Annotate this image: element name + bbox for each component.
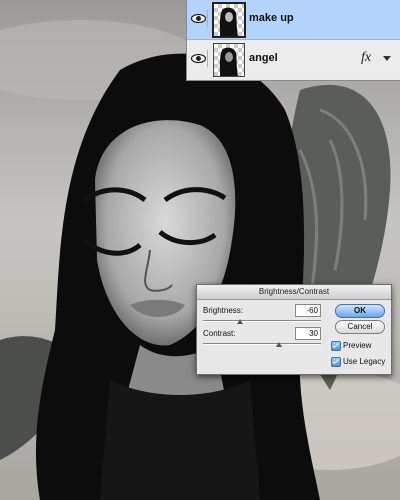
cancel-button[interactable]: Cancel	[335, 320, 385, 334]
layer-row-make-up[interactable]: make up	[187, 0, 400, 40]
use-legacy-checkbox[interactable]	[331, 357, 341, 367]
expand-effects-arrow-icon[interactable]	[383, 56, 391, 61]
layer-effects-icon[interactable]: fx	[361, 50, 371, 66]
preview-label: Preview	[343, 341, 372, 350]
visibility-eye-icon[interactable]	[190, 10, 208, 27]
layers-panel: make up angel fx	[186, 0, 400, 81]
layer-thumbnail	[212, 2, 246, 38]
preview-checkbox[interactable]	[331, 341, 341, 351]
layer-name: make up	[249, 12, 294, 24]
brightness-label: Brightness:	[203, 306, 244, 315]
brightness-input[interactable]: -60	[295, 304, 321, 317]
use-legacy-label: Use Legacy	[343, 357, 386, 366]
layer-thumbnail	[213, 43, 245, 77]
brightness-slider-track[interactable]	[203, 320, 321, 322]
contrast-input[interactable]: 30	[295, 327, 321, 340]
contrast-slider-handle[interactable]	[276, 342, 282, 347]
contrast-label: Contrast:	[203, 329, 236, 338]
visibility-eye-icon[interactable]	[190, 50, 208, 67]
layer-row-angel[interactable]: angel fx	[187, 40, 400, 79]
brightness-slider-handle[interactable]	[237, 319, 243, 324]
dialog-title: Brightness/Contrast	[197, 285, 391, 300]
contrast-slider-track[interactable]	[203, 343, 321, 345]
brightness-contrast-dialog: Brightness/Contrast Brightness: -60 Cont…	[196, 284, 392, 375]
layer-name: angel	[249, 52, 278, 64]
ok-button[interactable]: OK	[335, 304, 385, 318]
